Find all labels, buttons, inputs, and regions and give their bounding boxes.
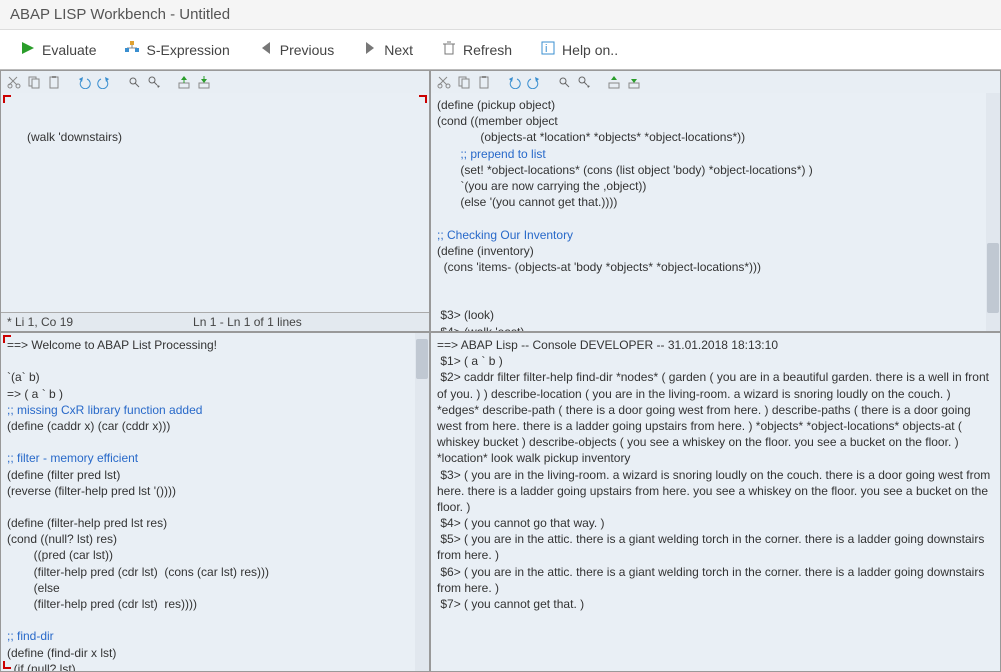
welcome-line: (filter-help pred (cdr lst) (cons (car l…	[7, 565, 269, 579]
welcome-line: (cond ((null? lst) res)	[7, 532, 117, 546]
welcome-line: (if (null? lst)	[7, 662, 76, 671]
paste-icon[interactable]	[45, 73, 63, 91]
code-line: (define (pickup object)	[437, 98, 555, 112]
next-label: Next	[384, 42, 413, 58]
welcome-comment: ;; find-dir	[7, 629, 54, 643]
play-icon	[20, 40, 36, 59]
console-body[interactable]: ==> ABAP Lisp -- Console DEVELOPER -- 31…	[431, 333, 1000, 671]
window-title: ABAP LISP Workbench - Untitled	[0, 0, 1001, 30]
import-icon[interactable]	[605, 73, 623, 91]
editor-body[interactable]: (walk 'downstairs)	[1, 93, 429, 312]
sexpr-label: S-Expression	[146, 42, 229, 58]
scrollbar[interactable]	[415, 333, 429, 671]
console-line: ==> ABAP Lisp -- Console DEVELOPER -- 31…	[437, 338, 778, 352]
console-line: $5> ( you are in the attic. there is a g…	[437, 532, 988, 562]
welcome-line: ==> Welcome to ABAP List Processing!	[7, 338, 217, 352]
welcome-line: (reverse (filter-help pred lst '())))	[7, 484, 176, 498]
find-icon[interactable]	[555, 73, 573, 91]
tree-icon	[124, 40, 140, 59]
welcome-line: ((pred (car lst))	[7, 548, 113, 562]
undo-icon[interactable]	[505, 73, 523, 91]
welcome-line: => ( a ` b )	[7, 387, 63, 401]
refresh-label: Refresh	[463, 42, 512, 58]
welcome-body[interactable]: ==> Welcome to ABAP List Processing! `(a…	[1, 333, 429, 671]
arrow-right-icon	[362, 40, 378, 59]
cut-icon[interactable]	[435, 73, 453, 91]
welcome-line: (else	[7, 581, 60, 595]
scrollbar[interactable]	[986, 93, 1000, 331]
welcome-line: (filter-help pred (cdr lst) res))))	[7, 597, 197, 611]
content-grid: (walk 'downstairs) * Li 1, Co 19 Ln 1 - …	[0, 70, 1001, 672]
console-line: $1> ( a ` b )	[437, 354, 503, 368]
code-toolbar	[431, 71, 1000, 93]
code-line: (cond ((member object	[437, 114, 558, 128]
welcome-comment: ;; filter - memory efficient	[7, 451, 138, 465]
welcome-pane: ==> Welcome to ABAP List Processing! `(a…	[0, 332, 430, 672]
editor-pane: (walk 'downstairs) * Li 1, Co 19 Ln 1 - …	[0, 70, 430, 332]
arrow-left-icon	[258, 40, 274, 59]
editor-status: * Li 1, Co 19 Ln 1 - Ln 1 of 1 lines	[1, 312, 429, 331]
find-icon[interactable]	[125, 73, 143, 91]
console-line: $3> ( you are in the living-room. a wiza…	[437, 468, 994, 514]
svg-text:i: i	[545, 43, 547, 55]
code-comment: ;; prepend to list	[437, 147, 546, 161]
code-line: (else '(you cannot get that.))))	[437, 195, 617, 209]
help-button[interactable]: i Help on..	[528, 34, 630, 65]
redo-icon[interactable]	[95, 73, 113, 91]
redo-icon[interactable]	[525, 73, 543, 91]
editor-text: (walk 'downstairs)	[27, 130, 122, 144]
welcome-line: (define (find-dir x lst)	[7, 646, 116, 660]
sexpr-button[interactable]: S-Expression	[112, 34, 241, 65]
undo-icon[interactable]	[75, 73, 93, 91]
code-line: $3> (look)	[437, 308, 494, 322]
refresh-button[interactable]: Refresh	[429, 34, 524, 65]
line-range: Ln 1 - Ln 1 of 1 lines	[193, 315, 302, 329]
welcome-line: (define (filter pred lst)	[7, 468, 120, 482]
welcome-line: (define (filter-help pred lst res)	[7, 516, 167, 530]
console-pane: ==> ABAP Lisp -- Console DEVELOPER -- 31…	[430, 332, 1001, 672]
cursor-pos: * Li 1, Co 19	[7, 315, 73, 329]
code-line: (set! *object-locations* (cons (list obj…	[437, 163, 813, 177]
next-button[interactable]: Next	[350, 34, 425, 65]
export-icon[interactable]	[625, 73, 643, 91]
console-line: $4> ( you cannot go that way. )	[437, 516, 605, 530]
code-line: `(you are now carrying the ,object))	[437, 179, 646, 193]
code-line: (define (inventory)	[437, 244, 534, 258]
main-toolbar: Evaluate S-Expression Previous Next Refr…	[0, 30, 1001, 70]
import-icon[interactable]	[175, 73, 193, 91]
console-line: $7> ( you cannot get that. )	[437, 597, 584, 611]
code-body[interactable]: (define (pickup object) (cond ((member o…	[431, 93, 1000, 331]
welcome-line: (define (caddr x) (car (cddr x)))	[7, 419, 170, 433]
code-line: (cons 'items- (objects-at 'body *objects…	[437, 260, 761, 274]
evaluate-button[interactable]: Evaluate	[8, 34, 108, 65]
evaluate-label: Evaluate	[42, 42, 96, 58]
console-line: $2> caddr filter filter-help find-dir *n…	[437, 370, 992, 465]
code-line: $4> (walk 'east)	[437, 325, 524, 331]
paste-icon[interactable]	[475, 73, 493, 91]
code-line: (objects-at *location* *objects* *object…	[437, 130, 745, 144]
code-pane: (define (pickup object) (cond ((member o…	[430, 70, 1001, 332]
previous-button[interactable]: Previous	[246, 34, 346, 65]
find-next-icon[interactable]	[575, 73, 593, 91]
console-line: $6> ( you are in the attic. there is a g…	[437, 565, 988, 595]
find-next-icon[interactable]	[145, 73, 163, 91]
copy-icon[interactable]	[455, 73, 473, 91]
help-label: Help on..	[562, 42, 618, 58]
previous-label: Previous	[280, 42, 334, 58]
code-comment: ;; Checking Our Inventory	[437, 228, 573, 242]
export-icon[interactable]	[195, 73, 213, 91]
help-icon: i	[540, 40, 556, 59]
cut-icon[interactable]	[5, 73, 23, 91]
editor-toolbar	[1, 71, 429, 93]
trash-icon	[441, 40, 457, 59]
welcome-comment: ;; missing CxR library function added	[7, 403, 202, 417]
welcome-line: `(a` b)	[7, 370, 40, 384]
copy-icon[interactable]	[25, 73, 43, 91]
